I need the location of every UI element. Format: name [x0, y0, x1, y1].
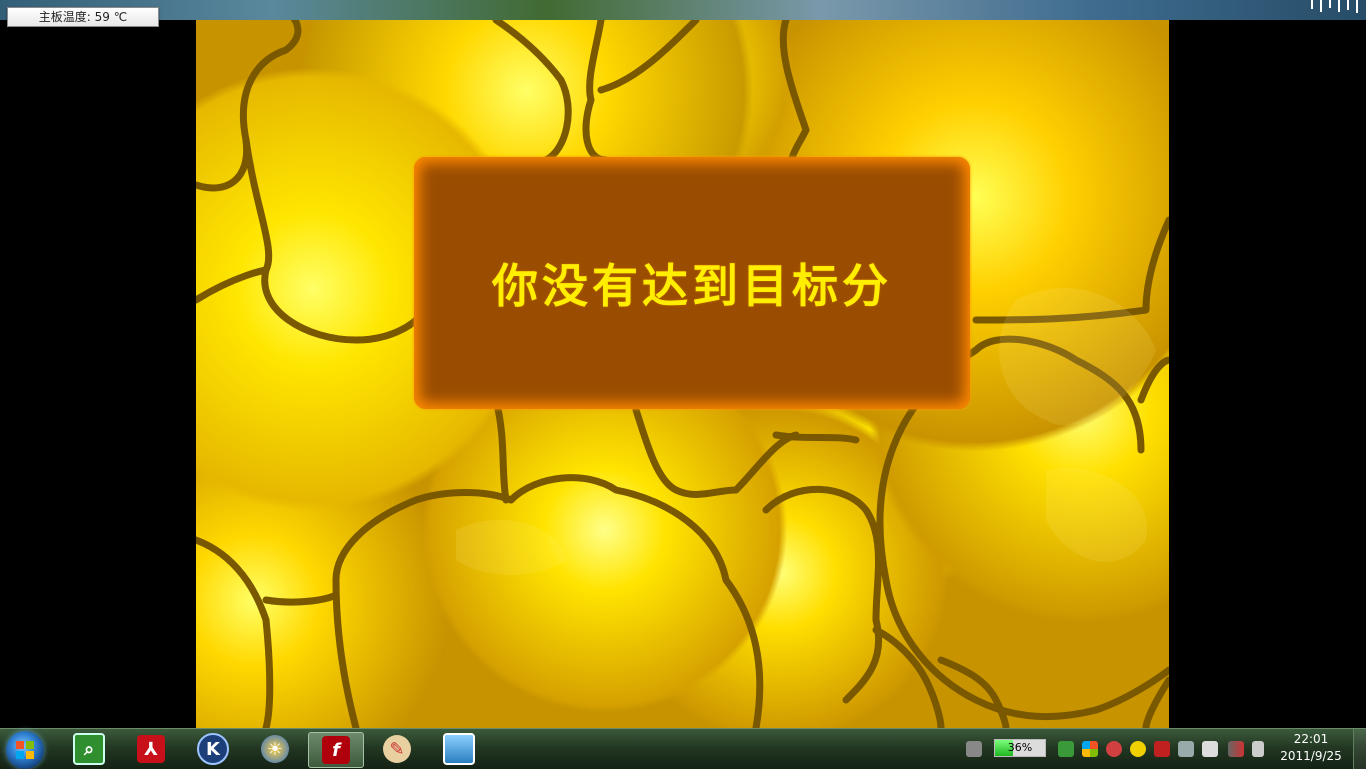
- system-clock[interactable]: 22:01 2011/9/25: [1276, 731, 1346, 765]
- pdf-reader-icon: ⅄: [137, 735, 165, 763]
- keyboard-icon[interactable]: [966, 741, 982, 757]
- start-button[interactable]: [6, 731, 44, 769]
- game-over-panel: 你没有达到目标分: [414, 157, 970, 409]
- usb-device-icon[interactable]: [1178, 741, 1194, 757]
- security-cam-icon[interactable]: [1106, 741, 1122, 757]
- target-score-message: 你没有达到目标分: [492, 259, 892, 313]
- taskbar-app-k[interactable]: K: [186, 732, 240, 766]
- windows-logo-icon: [16, 741, 34, 759]
- taskbar-app-pdf[interactable]: ⅄: [124, 732, 178, 766]
- volume-icon[interactable]: [1252, 741, 1264, 757]
- monitor-magnifier-icon: ⌕: [73, 733, 105, 765]
- taskbar-app-monitor[interactable]: ⌕: [62, 732, 116, 766]
- taskbar-app-settings[interactable]: ☀: [248, 732, 302, 766]
- battery-percent: 36%: [1007, 741, 1033, 754]
- k-app-icon: K: [197, 733, 229, 765]
- desktop-widget-bars: [1311, 0, 1358, 14]
- plus-shield-icon[interactable]: [1130, 741, 1146, 757]
- taskbar-app-paint[interactable]: ✎: [370, 732, 424, 766]
- image-viewer-icon: [443, 733, 475, 765]
- desktop-background-strip: [0, 0, 1366, 20]
- taskbar: ⌕ ⅄ K ☀ f ✎ 36% 22:01 2011/9/25: [0, 728, 1366, 769]
- flash-player-icon: f: [322, 736, 350, 764]
- taskbar-app-flash[interactable]: f: [308, 732, 364, 768]
- clock-time: 22:01: [1293, 732, 1329, 746]
- taskbar-app-images[interactable]: [432, 732, 486, 766]
- network-icon[interactable]: [1228, 741, 1244, 757]
- flash-drive-icon[interactable]: [1202, 741, 1218, 757]
- sun-settings-icon: ☀: [261, 735, 289, 763]
- paint-palette-icon: ✎: [383, 735, 411, 763]
- game-area[interactable]: 你没有达到目标分: [196, 20, 1169, 728]
- temperature-tooltip: 主板温度: 59 ℃: [7, 7, 159, 27]
- windows-flag-icon[interactable]: [1082, 741, 1098, 757]
- clock-date: 2011/9/25: [1280, 749, 1342, 763]
- battery-meter[interactable]: 36%: [994, 739, 1046, 757]
- search-monitor-icon[interactable]: [1058, 741, 1074, 757]
- show-desktop-button[interactable]: [1353, 729, 1366, 769]
- shield-icon[interactable]: [1154, 741, 1170, 757]
